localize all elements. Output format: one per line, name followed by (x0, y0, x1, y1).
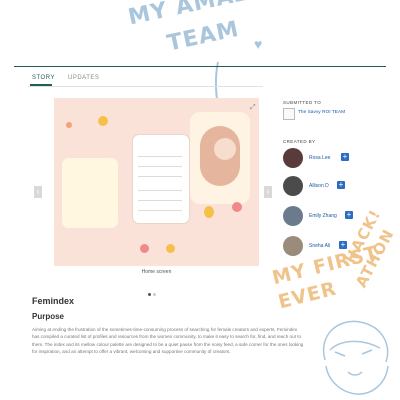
list-line (138, 210, 182, 211)
sticker-dot (166, 244, 175, 253)
avatar[interactable] (283, 176, 303, 196)
list-line (138, 156, 182, 157)
hackathon-logo-icon[interactable] (283, 108, 295, 120)
sticker-dot (66, 122, 72, 128)
avatar[interactable] (283, 236, 303, 256)
project-description: Aiming at ending the frustration of the … (32, 327, 304, 355)
sticker-dot (232, 202, 242, 212)
submitted-to-heading: SUBMITTED TO (283, 100, 322, 105)
heart-icon: ♥ (254, 36, 263, 52)
doodle-team: TEAM (165, 16, 242, 57)
gallery-next-button[interactable]: › (264, 186, 272, 198)
list-line (138, 176, 182, 177)
member-name[interactable]: Rosa Lee (309, 155, 330, 161)
gallery-caption: Home screen (141, 269, 172, 275)
member-name[interactable]: Allison D (309, 183, 329, 189)
gallery-pagination[interactable] (148, 283, 158, 301)
list-line (138, 190, 182, 191)
list-line (138, 200, 182, 201)
header-divider (14, 66, 386, 67)
avatar[interactable] (283, 148, 303, 168)
sticker-dot (98, 116, 108, 126)
follow-plus-icon[interactable]: + (345, 211, 353, 219)
gallery-image[interactable] (54, 98, 259, 266)
follow-plus-icon[interactable]: + (337, 181, 345, 189)
member-name[interactable]: Sneha Ali (309, 243, 330, 249)
list-line (138, 166, 182, 167)
project-title: Femindex (32, 296, 75, 306)
created-by-heading: CREATED BY (283, 139, 316, 144)
pagination-dot-2[interactable] (153, 293, 156, 296)
expand-icon[interactable]: ⤢ (250, 104, 256, 112)
follow-plus-icon[interactable]: + (341, 153, 349, 161)
team-member[interactable]: Allison D + (283, 176, 373, 198)
gallery-card-left (62, 158, 118, 228)
gallery-prev-button[interactable]: ‹ (34, 186, 42, 198)
section-heading: Purpose (32, 312, 65, 321)
pagination-dot-1[interactable] (148, 293, 151, 296)
sticker-dot (140, 244, 149, 253)
tabs-divider (28, 86, 263, 87)
moon-shape (214, 138, 236, 160)
team-member[interactable]: Rosa Lee + (283, 148, 373, 170)
tab-story[interactable]: STORY (32, 75, 55, 81)
sticker-dot (204, 206, 214, 218)
member-name[interactable]: Emily Zhang (309, 213, 337, 219)
submitted-to-link[interactable]: The Savvy ROI TEAM (298, 110, 345, 115)
avatar[interactable] (283, 206, 303, 226)
tab-updates[interactable]: UPDATES (68, 75, 99, 81)
